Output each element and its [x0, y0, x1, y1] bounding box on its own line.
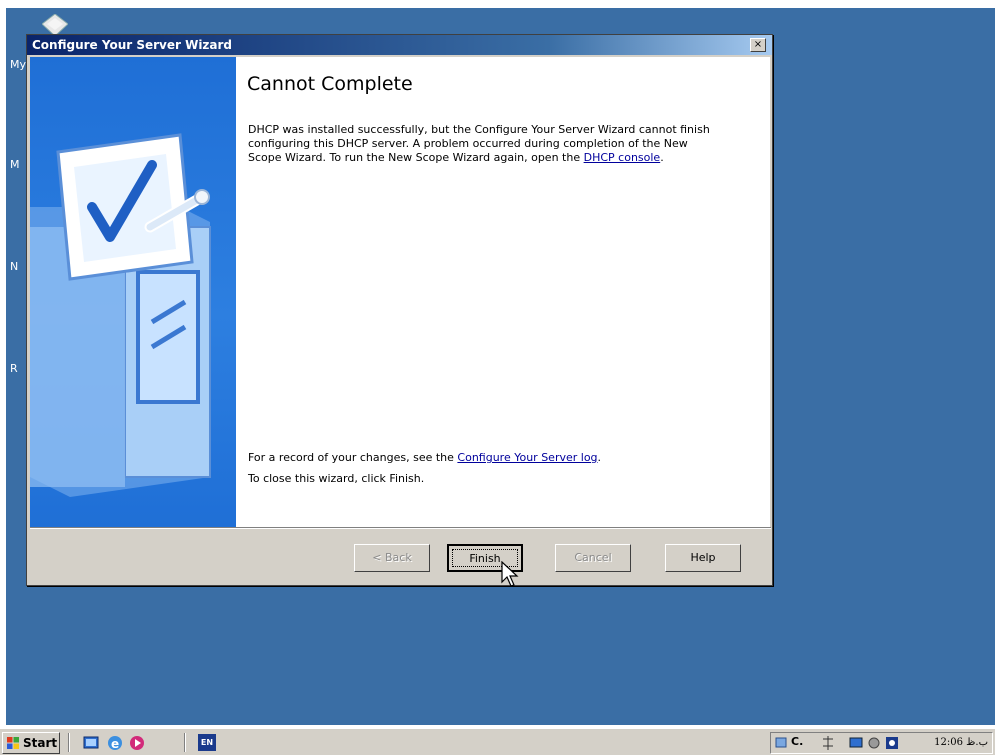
taskbar: Start e EN C. 12:06 ب.ظ [0, 728, 995, 755]
wizard-side-panel [30, 57, 236, 527]
wizard-content: Cannot Complete DHCP was installed succe… [236, 57, 770, 527]
volume-icon[interactable] [821, 736, 835, 751]
update-icon[interactable] [885, 736, 899, 750]
help-button[interactable]: Help [665, 544, 741, 572]
tray-text: C. [791, 735, 804, 748]
desktop-icon-label[interactable]: R [10, 362, 18, 375]
cancel-button[interactable]: Cancel [555, 544, 631, 572]
desktop-icon-label[interactable]: N [10, 260, 18, 273]
close-instruction: To close this wizard, click Finish. [248, 472, 425, 485]
taskbar-divider [68, 733, 70, 752]
record-end: . [597, 451, 602, 464]
desktop-icon-label[interactable]: My [10, 58, 26, 71]
server-log-link[interactable]: Configure Your Server log [457, 451, 597, 464]
media-player-icon[interactable] [128, 734, 146, 752]
window-title: Configure Your Server Wizard [32, 38, 233, 52]
system-tray: C. 12:06 ب.ظ [770, 732, 993, 754]
security-icon[interactable] [867, 736, 881, 750]
desktop-shortcut-icon[interactable] [42, 14, 68, 36]
close-button[interactable]: × [750, 38, 766, 52]
clock[interactable]: 12:06 ب.ظ [934, 737, 988, 748]
start-button[interactable]: Start [2, 732, 60, 754]
taskbar-divider [184, 733, 186, 752]
windows-flag-icon [7, 737, 19, 749]
desktop-icon-label[interactable]: M [10, 158, 20, 171]
show-desktop-icon[interactable] [82, 734, 100, 752]
page-title: Cannot Complete [247, 73, 413, 95]
record-text: For a record of your changes, see the [248, 451, 458, 464]
record-line: For a record of your changes, see the Co… [248, 451, 601, 464]
button-separator [30, 527, 771, 529]
status-message: DHCP was installed successfully, but the… [248, 123, 718, 165]
wizard-window: Configure Your Server Wizard × Cannot Co… [26, 34, 773, 587]
message-end: . [660, 151, 664, 164]
server-checklist-icon [30, 133, 211, 497]
mouse-pointer-icon [501, 561, 519, 587]
svg-text:e: e [111, 737, 119, 751]
network-icon[interactable] [775, 736, 789, 750]
start-label: Start [23, 736, 58, 750]
display-icon[interactable] [849, 736, 863, 750]
close-icon: × [753, 39, 763, 50]
dhcp-console-link[interactable]: DHCP console [584, 151, 661, 164]
language-indicator[interactable]: EN [198, 734, 216, 751]
internet-explorer-icon[interactable]: e [106, 734, 124, 752]
back-button[interactable]: < Back [354, 544, 430, 572]
window-titlebar[interactable]: Configure Your Server Wizard × [27, 35, 772, 55]
